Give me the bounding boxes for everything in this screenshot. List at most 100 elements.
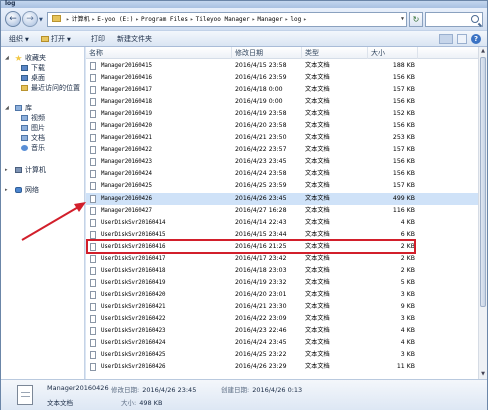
file-name: Manager20160417 <box>101 87 152 94</box>
column-header-type[interactable]: 类型 <box>302 47 368 59</box>
breadcrumb-drive[interactable]: E-yoo (E:) <box>97 16 133 23</box>
details-created: 创建日期: 2016/4/26 0:13 <box>221 384 302 394</box>
table-row[interactable]: UserDiskSvr20160416 2016/4/16 21:25 文本文档 2 … <box>86 241 478 253</box>
expand-arrow-icon[interactable]: ▸ <box>5 185 8 195</box>
nav-item-music[interactable]: 音乐 <box>1 143 85 153</box>
table-row[interactable]: Manager20160415 2016/4/15 23:58 文本文档 188 KB <box>86 60 478 72</box>
file-type: 文本文档 <box>305 230 330 238</box>
nav-item-documents[interactable]: 文档 <box>1 133 85 143</box>
forward-arrow-icon[interactable]: → <box>22 11 38 27</box>
table-row[interactable]: Manager20160426 2016/4/26 23:45 文本文档 499 KB <box>86 192 478 205</box>
search-input[interactable] <box>425 12 483 27</box>
file-date: 2016/4/21 23:50 <box>235 134 287 142</box>
table-row[interactable]: Manager20160423 2016/4/23 23:45 文本文档 156 KB <box>86 156 478 168</box>
table-row[interactable]: UserDiskSvr20160423 2016/4/23 22:46 文本文档 4 … <box>86 325 478 337</box>
address-bar[interactable]: ▸ 计算机 ▸ E-yoo (E:) ▸ Program Files ▸ Tileyoo Ma… <box>47 12 407 27</box>
column-header-date[interactable]: 修改日期 <box>232 47 302 59</box>
expand-arrow-icon[interactable]: ◢ <box>5 103 9 113</box>
column-header-size[interactable]: 大小 <box>368 47 418 59</box>
chevron-right-icon[interactable]: ▸ <box>190 16 194 23</box>
breadcrumb-computer[interactable]: 计算机 <box>72 16 90 23</box>
text-file-icon <box>90 278 96 287</box>
table-row[interactable]: UserDiskSvr20160421 2016/4/21 23:30 文本文档 9 … <box>86 301 478 313</box>
file-name: UserDiskSvr20160425 <box>101 352 166 359</box>
file-name: Manager20160421 <box>101 135 152 142</box>
table-row[interactable]: Manager20160422 2016/4/22 23:57 文本文档 157 KB <box>86 144 478 156</box>
table-row[interactable]: UserDiskSvr20160417 2016/4/17 23:42 文本文档 2 … <box>86 253 478 265</box>
nav-item-desktop[interactable]: 桌面 <box>1 73 85 83</box>
text-file-icon <box>90 122 96 131</box>
network-icon <box>15 187 22 193</box>
table-row[interactable]: UserDiskSvr20160415 2016/4/15 23:44 文本文档 6 … <box>86 229 478 241</box>
table-row[interactable]: UserDiskSvr20160414 2016/4/14 22:43 文本文档 4 … <box>86 217 478 229</box>
file-type: 文本文档 <box>305 254 330 262</box>
vertical-scrollbar[interactable]: ▲ ▼ <box>478 47 487 379</box>
help-icon[interactable]: ? <box>471 34 481 44</box>
table-row[interactable]: UserDiskSvr20160418 2016/4/18 23:03 文本文档 2 … <box>86 265 478 277</box>
table-row[interactable]: UserDiskSvr20160426 2016/4/26 23:29 文本文档 11… <box>86 361 478 373</box>
nav-label: 音乐 <box>31 144 45 152</box>
breadcrumb-program-files[interactable]: Program Files <box>141 16 188 23</box>
new-folder-button[interactable]: 新建文件夹 <box>117 31 152 47</box>
chevron-right-icon[interactable]: ▸ <box>285 16 289 23</box>
file-list: 名称 修改日期 类型 大小 Manager20160415 2016/4/15 2… <box>86 47 478 379</box>
chevron-right-icon[interactable]: ▸ <box>66 16 70 23</box>
nav-item-network[interactable]: ▸ 网络 <box>1 185 85 195</box>
table-row[interactable]: Manager20160420 2016/4/20 23:58 文本文档 156 KB <box>86 120 478 132</box>
breadcrumb-manager[interactable]: Manager <box>257 16 282 23</box>
open-button[interactable]: 打开 ▼ <box>41 31 71 47</box>
table-row[interactable]: Manager20160427 2016/4/27 16:28 文本文档 116 KB <box>86 205 478 217</box>
expand-arrow-icon[interactable]: ▸ <box>5 165 8 175</box>
table-row[interactable]: Manager20160416 2016/4/16 23:59 文本文档 156 KB <box>86 72 478 84</box>
file-type: 文本文档 <box>305 290 330 298</box>
breadcrumb-tileyoo-manager[interactable]: Tileyoo Manager <box>196 16 250 23</box>
column-header-name[interactable]: 名称 <box>86 47 232 59</box>
table-row[interactable]: Manager20160421 2016/4/21 23:50 文本文档 253 KB <box>86 132 478 144</box>
refresh-button[interactable]: ↻ <box>409 12 423 27</box>
table-row[interactable]: Manager20160425 2016/4/25 23:59 文本文档 157 KB <box>86 180 478 192</box>
breadcrumb-log[interactable]: log <box>290 16 301 23</box>
nav-item-downloads[interactable]: 下载 <box>1 63 85 73</box>
file-size: 156 KB <box>392 158 415 166</box>
expand-arrow-icon[interactable]: ◢ <box>5 53 9 63</box>
chevron-right-icon[interactable]: ▸ <box>252 16 256 23</box>
table-row[interactable]: Manager20160417 2016/4/18 0:00 文本文档 157 KB <box>86 84 478 96</box>
back-arrow-icon[interactable]: ← <box>5 11 21 27</box>
organize-button[interactable]: 组织 ▼ <box>9 31 29 47</box>
address-dropdown-icon[interactable]: ▼ <box>401 13 404 26</box>
scroll-up-icon[interactable]: ▲ <box>479 47 487 56</box>
table-row[interactable]: Manager20160418 2016/4/19 0:00 文本文档 156 KB <box>86 96 478 108</box>
table-row[interactable]: UserDiskSvr20160420 2016/4/20 23:01 文本文档 3 … <box>86 289 478 301</box>
file-size: 4 KB <box>400 327 415 335</box>
recent-pages-chevron-icon[interactable]: ▼ <box>39 17 43 23</box>
table-row[interactable]: Manager20160419 2016/4/19 23:58 文本文档 152 KB <box>86 108 478 120</box>
table-row[interactable]: UserDiskSvr20160419 2016/4/19 23:32 文本文档 5 … <box>86 277 478 289</box>
table-row[interactable]: UserDiskSvr20160425 2016/4/25 23:22 文本文档 3 … <box>86 349 478 361</box>
nav-item-videos[interactable]: 视频 <box>1 113 85 123</box>
file-date: 2016/4/20 23:01 <box>235 290 287 298</box>
view-options-icon[interactable] <box>439 34 453 44</box>
table-row[interactable]: UserDiskSvr20160422 2016/4/22 23:09 文本文档 3 … <box>86 313 478 325</box>
chevron-right-icon[interactable]: ▸ <box>135 16 139 23</box>
text-file-icon <box>90 134 96 143</box>
nav-item-libraries[interactable]: ◢ 库 <box>1 103 85 113</box>
file-type: 文本文档 <box>305 266 330 274</box>
scroll-down-icon[interactable]: ▼ <box>479 370 487 379</box>
text-file-icon <box>90 339 96 348</box>
print-button[interactable]: 打印 <box>91 31 105 47</box>
text-file-icon <box>90 230 96 239</box>
chevron-right-icon[interactable]: ▸ <box>303 16 307 23</box>
nav-item-pictures[interactable]: 图片 <box>1 123 85 133</box>
scrollbar-thumb[interactable] <box>480 57 486 307</box>
nav-item-recent[interactable]: 最近访问的位置 <box>1 83 85 93</box>
file-type: 文本文档 <box>305 242 330 250</box>
table-row[interactable]: Manager20160424 2016/4/24 23:58 文本文档 156 KB <box>86 168 478 180</box>
file-type: 文本文档 <box>305 170 330 178</box>
file-name: Manager20160423 <box>101 159 152 166</box>
chevron-right-icon[interactable]: ▸ <box>92 16 96 23</box>
nav-item-favorites[interactable]: ◢ 收藏夹 <box>1 53 85 63</box>
table-row[interactable]: UserDiskSvr20160424 2016/4/24 23:45 文本文档 4 … <box>86 337 478 349</box>
preview-pane-icon[interactable] <box>457 34 467 44</box>
nav-item-computer[interactable]: ▸ 计算机 <box>1 165 85 175</box>
picture-icon <box>21 125 28 131</box>
